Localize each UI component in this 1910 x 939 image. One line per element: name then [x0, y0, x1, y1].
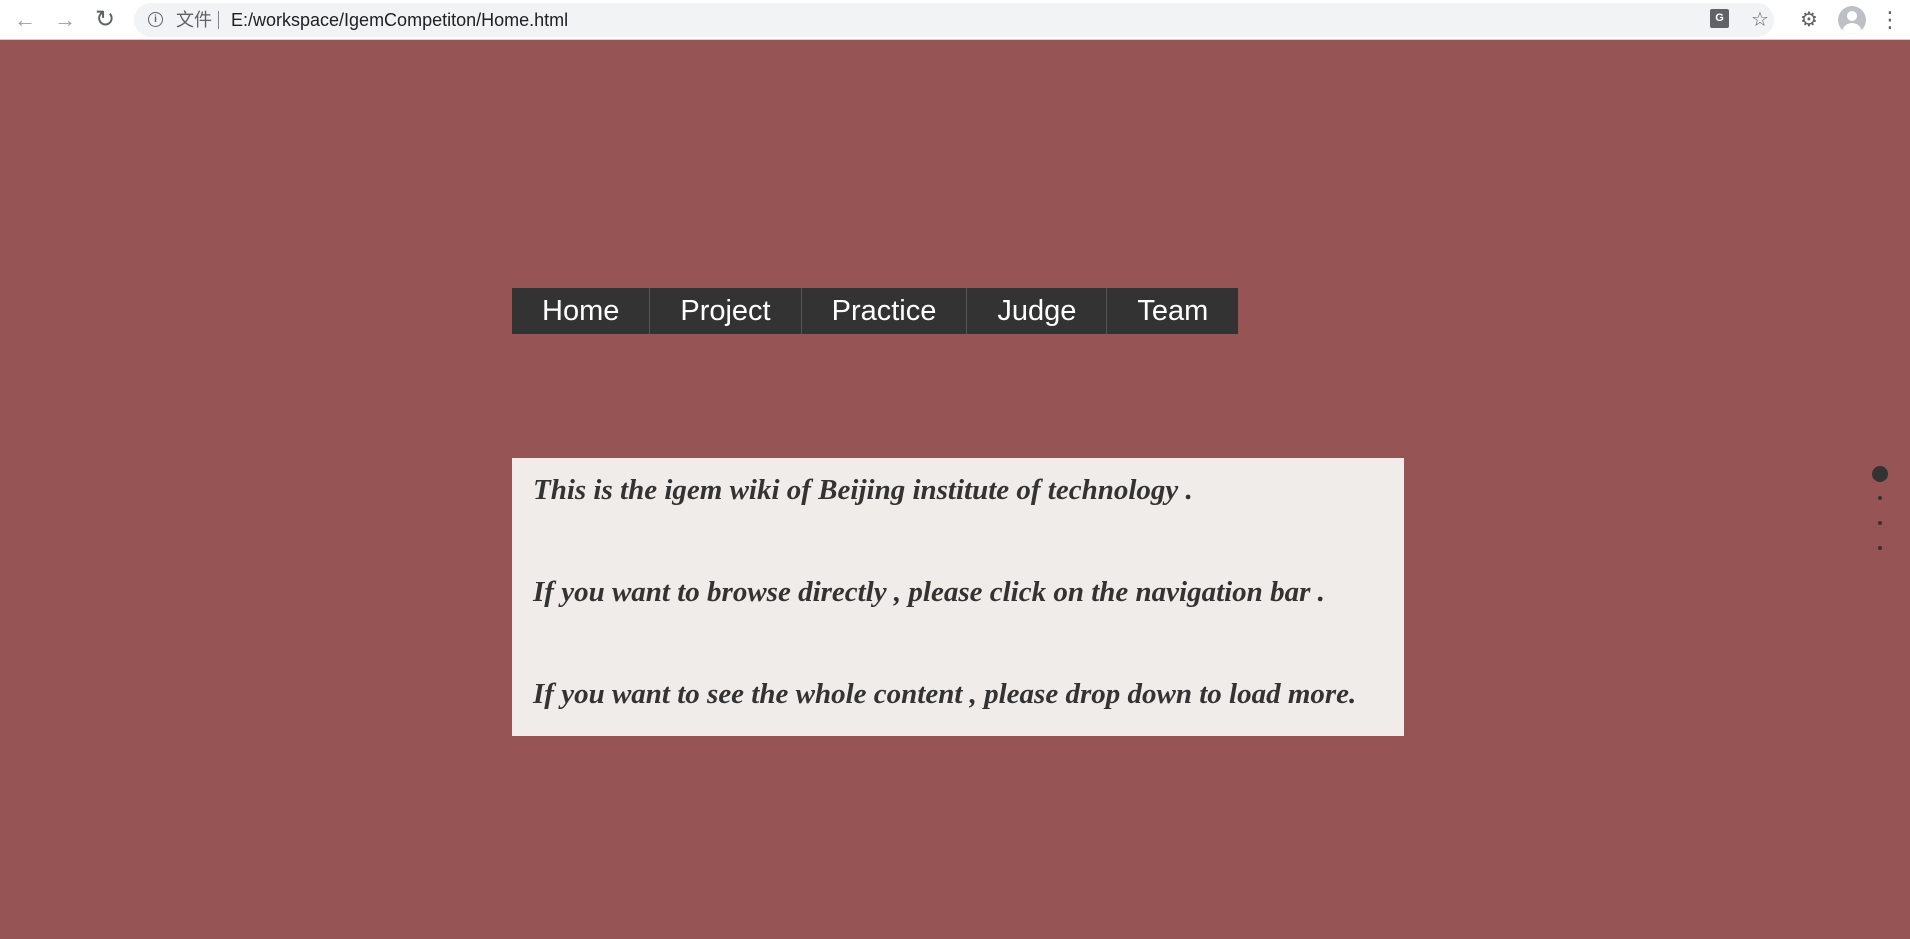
back-arrow-icon[interactable]: ←: [10, 5, 40, 35]
page-dot-1[interactable]: [1872, 466, 1888, 482]
star-icon[interactable]: ☆: [1746, 6, 1774, 34]
nav-item-judge[interactable]: Judge: [967, 288, 1108, 334]
page-dot-3[interactable]: [1878, 521, 1882, 525]
page-content: Home Project Practice Judge Team This is…: [0, 40, 1910, 939]
avatar-body: [1842, 23, 1862, 34]
intro-text-box: This is the igem wiki of Beijing institu…: [512, 458, 1404, 736]
intro-line-load-more: If you want to see the whole content , p…: [533, 678, 1357, 710]
extensions-icon[interactable]: ⚙: [1795, 6, 1823, 34]
address-bar[interactable]: i 文件 E:/workspace/IgemCompetiton/Home.ht…: [134, 3, 1774, 37]
page-dot-2[interactable]: [1878, 496, 1882, 500]
translate-icon[interactable]: G: [1710, 9, 1729, 28]
nav-item-practice[interactable]: Practice: [802, 288, 968, 334]
menu-dots-icon[interactable]: ⋮: [1876, 6, 1904, 34]
nav-item-team[interactable]: Team: [1107, 288, 1238, 334]
url-text[interactable]: E:/workspace/IgemCompetiton/Home.html: [231, 9, 568, 31]
intro-line-navigation: If you want to browse directly , please …: [533, 576, 1325, 608]
info-icon[interactable]: i: [148, 12, 163, 27]
intro-line-wiki: This is the igem wiki of Beijing institu…: [533, 474, 1193, 506]
main-navigation-bar: Home Project Practice Judge Team: [512, 288, 1239, 334]
profile-avatar[interactable]: [1838, 6, 1866, 34]
nav-item-home[interactable]: Home: [512, 288, 651, 334]
page-dot-4[interactable]: [1878, 546, 1882, 550]
reload-icon[interactable]: ↻: [90, 5, 120, 35]
avatar-head: [1847, 11, 1857, 21]
forward-arrow-icon[interactable]: →: [50, 5, 80, 35]
address-separator: [218, 11, 219, 29]
nav-item-project[interactable]: Project: [650, 288, 802, 334]
browser-toolbar: ← → ↻ i 文件 E:/workspace/IgemCompetiton/H…: [0, 0, 1910, 40]
file-scheme-label: 文件: [176, 10, 212, 30]
